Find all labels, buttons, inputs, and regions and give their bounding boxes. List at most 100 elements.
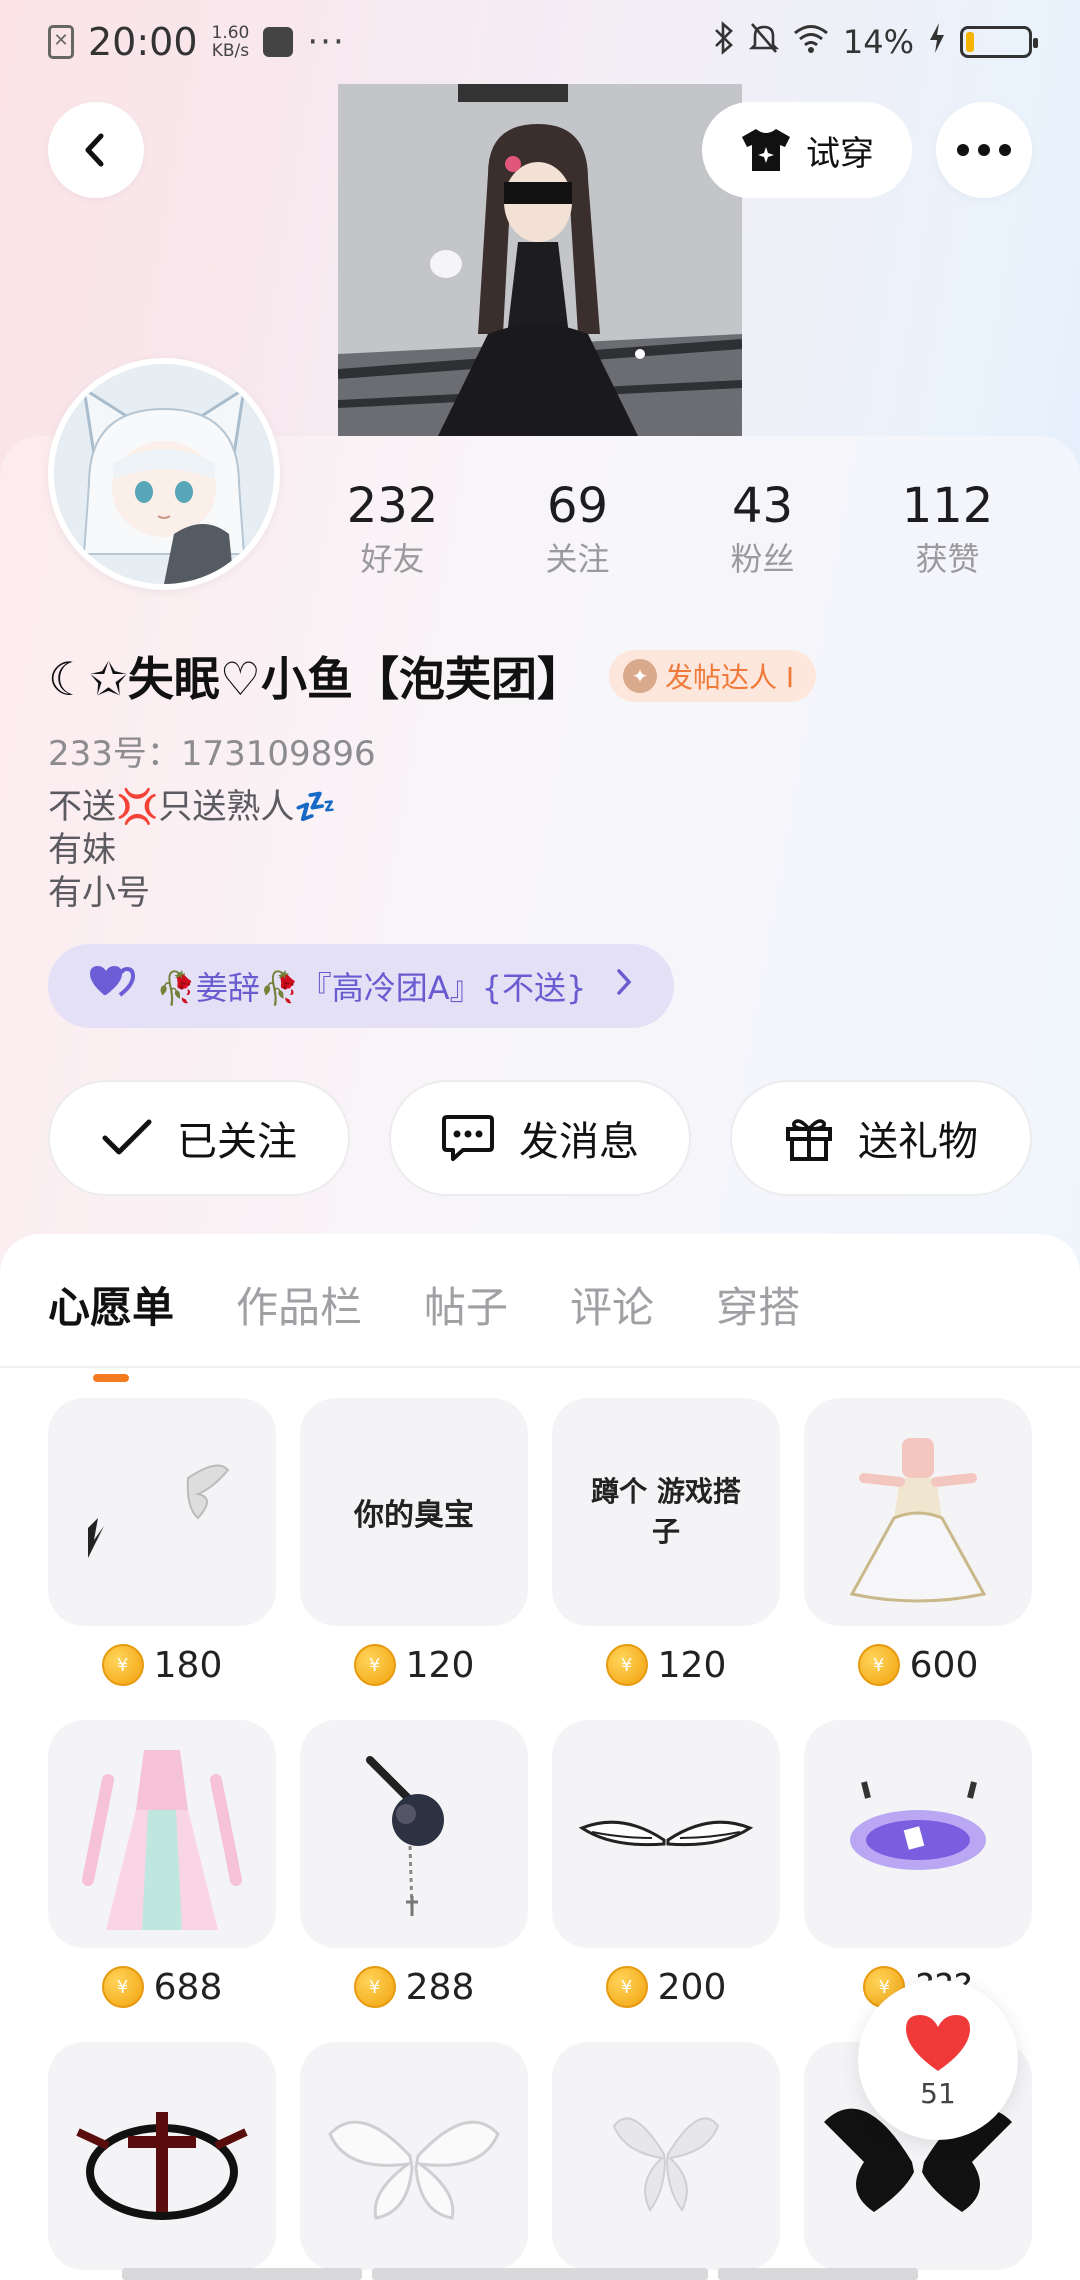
followed-button[interactable]: 已关注 [48, 1080, 350, 1196]
group-link[interactable]: 🥀姜辞🥀『高冷团A』{不送} [48, 944, 674, 1028]
item-price: 180 [153, 1644, 223, 1686]
user-id: 233号：173109896 [48, 734, 376, 774]
wishlist-item[interactable]: ¥180 [48, 1398, 276, 1704]
status-bar: ✕ 20:00 1.60 KB/s ··· 14% [0, 0, 1080, 84]
item-image [804, 1398, 1032, 1626]
message-label: 发消息 [519, 1119, 639, 1165]
wishlist-item[interactable] [300, 2042, 528, 2280]
profile-stats: 232 好友 69 关注 43 粉丝 112 获赞 [300, 476, 1040, 582]
item-image [48, 1398, 276, 1626]
coin-icon: ¥ [605, 1644, 648, 1686]
more-notifications-icon: ··· [307, 22, 346, 62]
item-image [804, 1720, 1032, 1948]
item-price: 200 [657, 1966, 727, 2008]
username: ☾✩失眠♡小鱼【泡芙团】 [48, 652, 584, 706]
back-button[interactable] [48, 102, 144, 198]
gift-label: 送礼物 [858, 1119, 978, 1165]
chat-bubble-icon [442, 1115, 494, 1161]
item-price: 120 [657, 1644, 727, 1686]
coin-icon: ¥ [857, 1644, 900, 1686]
tab-outfits[interactable]: 穿搭 [716, 1274, 800, 1338]
tab-wishlist[interactable]: 心愿单 [48, 1274, 174, 1382]
more-options-button[interactable] [936, 102, 1032, 198]
tab-posts[interactable]: 帖子 [424, 1274, 508, 1338]
item-image [48, 1720, 276, 1948]
bio-line: 有妹 [48, 830, 116, 870]
bottom-indicator [0, 2268, 1080, 2280]
stat-likes[interactable]: 112 获赞 [855, 476, 1040, 582]
badge-label: 发帖达人 I [665, 661, 795, 694]
profile-tabs: 心愿单 作品栏 帖子 评论 穿搭 [48, 1274, 800, 1382]
like-count: 51 [920, 2076, 956, 2110]
network-speed: 1.60 KB/s [211, 23, 250, 61]
charging-icon [928, 22, 946, 62]
check-icon [102, 1119, 152, 1155]
chevron-left-icon [85, 133, 104, 167]
wifi-icon [793, 23, 829, 61]
tab-works[interactable]: 作品栏 [236, 1274, 362, 1338]
wishlist-item[interactable]: ¥288 [300, 1720, 528, 2026]
send-gift-button[interactable]: 送礼物 [730, 1080, 1032, 1196]
gift-icon [786, 1119, 832, 1161]
followed-label: 已关注 [177, 1119, 297, 1165]
wishlist-item[interactable]: ¥200 [552, 1720, 780, 2026]
coin-icon: ¥ [353, 1966, 396, 2008]
tab-comments[interactable]: 评论 [570, 1274, 654, 1338]
name-row: ☾✩失眠♡小鱼【泡芙团】 ✦ 发帖达人 I [48, 644, 817, 708]
item-image: 你的臭宝 [300, 1398, 528, 1626]
badge-icon: ✦ [623, 659, 658, 693]
item-price: 120 [405, 1644, 475, 1686]
stat-followers[interactable]: 43 粉丝 [670, 476, 855, 582]
item-image [552, 2042, 780, 2270]
chevron-right-icon [614, 966, 634, 1006]
try-on-label: 试穿 [806, 133, 874, 174]
tab-divider [0, 1366, 1080, 1368]
coin-icon: ¥ [101, 1644, 144, 1686]
bio-line: 有小号 [48, 873, 150, 913]
poster-badge[interactable]: ✦ 发帖达人 I [609, 650, 817, 702]
active-tab-indicator [93, 1374, 129, 1382]
coin-icon: ¥ [101, 1966, 144, 2008]
battery-percent: 14% [842, 23, 914, 61]
wishlist-item[interactable]: 蹲个 游戏搭子 ¥120 [552, 1398, 780, 1704]
item-image [300, 2042, 528, 2270]
item-text: 你的臭宝 [354, 1498, 474, 1533]
profile-actions: 已关注 发消息 送礼物 [48, 1080, 1032, 1196]
stat-friends[interactable]: 232 好友 [300, 476, 485, 582]
avatar[interactable] [48, 358, 280, 590]
like-button[interactable]: 51 [858, 1980, 1018, 2140]
mute-bell-icon [748, 21, 780, 63]
message-button[interactable]: 发消息 [389, 1080, 691, 1196]
wishlist-item[interactable]: ¥??? [804, 1720, 1032, 2026]
wishlist-grid: ¥180 你的臭宝 ¥120 蹲个 游戏搭子 ¥120 ¥600 ¥ 688 ¥… [48, 1398, 1032, 2280]
double-heart-icon [88, 963, 138, 1009]
item-price: 688 [153, 1966, 223, 2008]
item-image: 蹲个 游戏搭子 [552, 1398, 780, 1626]
item-text: 蹲个 游戏搭子 [591, 1475, 741, 1548]
item-image [552, 1720, 780, 1948]
battery-icon [960, 26, 1038, 58]
item-price: 600 [909, 1644, 979, 1686]
bio: 不送💢只送熟人💤 有妹 有小号 [48, 786, 337, 915]
bluetooth-icon [713, 21, 735, 63]
coin-icon: ¥ [605, 1966, 648, 2008]
item-image [300, 1720, 528, 1948]
coin-icon: ¥ [353, 1644, 396, 1686]
battery-level [966, 32, 975, 52]
no-sim-icon: ✕ [48, 25, 74, 59]
bio-line: 不送💢只送熟人💤 [48, 787, 337, 827]
item-image [48, 2042, 276, 2270]
stat-following[interactable]: 69 关注 [485, 476, 670, 582]
more-dots-icon [957, 144, 1011, 156]
profile-page: ✕ 20:00 1.60 KB/s ··· 14% 试穿 232 好友 69 关… [0, 0, 1080, 2280]
heart-icon [906, 2014, 970, 2071]
wishlist-item[interactable] [552, 2042, 780, 2280]
status-time: 20:00 [88, 20, 198, 64]
character-3d-preview[interactable] [338, 84, 742, 436]
wishlist-item[interactable] [48, 2042, 276, 2280]
try-on-button[interactable]: 试穿 [702, 102, 912, 198]
wishlist-item[interactable]: ¥600 [804, 1398, 1032, 1704]
wishlist-item[interactable]: ¥688 [48, 1720, 276, 2026]
wishlist-item[interactable]: 你的臭宝 ¥120 [300, 1398, 528, 1704]
app-notification-icon [263, 27, 294, 57]
